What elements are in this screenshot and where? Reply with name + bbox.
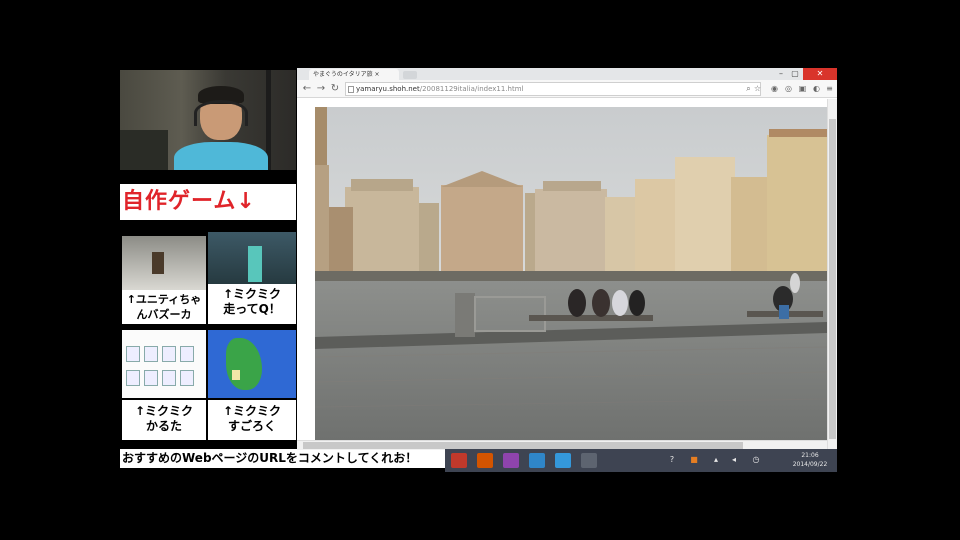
clock-tray-icon[interactable]: ◷ (751, 455, 761, 465)
minimize-icon[interactable]: – (775, 68, 787, 80)
miku-karuta-game-thumbnail (122, 330, 206, 398)
bookmark-star-icon[interactable]: ☆ (752, 83, 763, 94)
shield-icon[interactable]: ■ (689, 455, 699, 465)
game-label-miku-run: ↑ミクミク 走ってQ！ (208, 284, 296, 324)
extension-icon[interactable]: ◎ (783, 83, 794, 94)
address-bar[interactable]: yamaryu.shoh.net/20081129italia/index11.… (345, 82, 761, 96)
volume-icon[interactable]: ◂ (729, 455, 739, 465)
page-content[interactable] (297, 99, 827, 440)
game-label-unity-chan: ↑ユニティちゃ んバズーカ (122, 290, 206, 324)
game-banner-title: 自作ゲーム↓ (120, 184, 296, 220)
browser-tab[interactable]: やまぐうのイタリア旅 × (309, 69, 399, 80)
network-tray-icon[interactable]: ▴ (711, 455, 721, 465)
reload-icon[interactable]: ↻ (329, 82, 341, 96)
menu-icon[interactable]: ≡ (824, 83, 835, 94)
miku-sugoroku-game-thumbnail (208, 330, 296, 398)
system-clock[interactable]: 21:06 2014/09/22 (783, 451, 837, 469)
new-tab-button[interactable] (403, 71, 417, 79)
maximize-icon[interactable]: ▢ (789, 68, 801, 80)
page-icon (348, 86, 354, 93)
browser-toolbar: ← → ↻ yamaryu.shoh.net/20081129italia/in… (297, 80, 837, 98)
url-path: /20081129italia/index11.html (419, 85, 524, 93)
browser-icon[interactable] (451, 453, 467, 468)
clock-time: 21:06 (801, 452, 819, 459)
unity-chan-game-thumbnail (122, 236, 206, 290)
extension-icon[interactable]: ▣ (797, 83, 808, 94)
extension-icon[interactable]: ◐ (811, 83, 822, 94)
network-icon[interactable] (529, 453, 545, 468)
webcam-feed (120, 70, 296, 170)
stream-overlay-panel: 自作ゲーム↓ ↑ユニティちゃ んバズーカ ↑ミクミク 走ってQ！ ↑ミクミク か… (120, 68, 297, 472)
back-arrow-icon[interactable]: ← (301, 82, 313, 96)
tab-bar: やまぐうのイタリア旅 × – ▢ ✕ (297, 68, 837, 80)
extension-icon[interactable]: ◉ (769, 83, 780, 94)
app-icon[interactable] (555, 453, 571, 468)
game-label-miku-sugoroku: ↑ミクミク すごろく (208, 400, 296, 440)
folder-icon[interactable] (477, 453, 493, 468)
forward-arrow-icon[interactable]: → (315, 82, 327, 96)
url-host: yamaryu.shoh.net (356, 85, 420, 93)
headset-icon (194, 100, 248, 126)
help-icon[interactable]: ? (667, 455, 677, 465)
window-icon[interactable] (581, 453, 597, 468)
game-label-miku-karuta: ↑ミクミク かるた (122, 400, 206, 440)
taskbar: ? ■ ▴ ◂ ◷ 21:06 2014/09/22 (445, 449, 837, 472)
media-icon[interactable] (503, 453, 519, 468)
comment-request-message: おすすめのWebページのURLをコメントしてくれお！ (120, 449, 445, 468)
clock-date: 2014/09/22 (792, 461, 828, 468)
window-close-icon[interactable]: ✕ (803, 68, 837, 80)
miku-run-game-thumbnail (208, 232, 296, 284)
browser-window: やまぐうのイタリア旅 × – ▢ ✕ ← → ↻ yamaryu.shoh.ne… (297, 68, 837, 450)
vertical-scrollbar[interactable] (827, 99, 837, 450)
piazza-photo (315, 107, 827, 440)
